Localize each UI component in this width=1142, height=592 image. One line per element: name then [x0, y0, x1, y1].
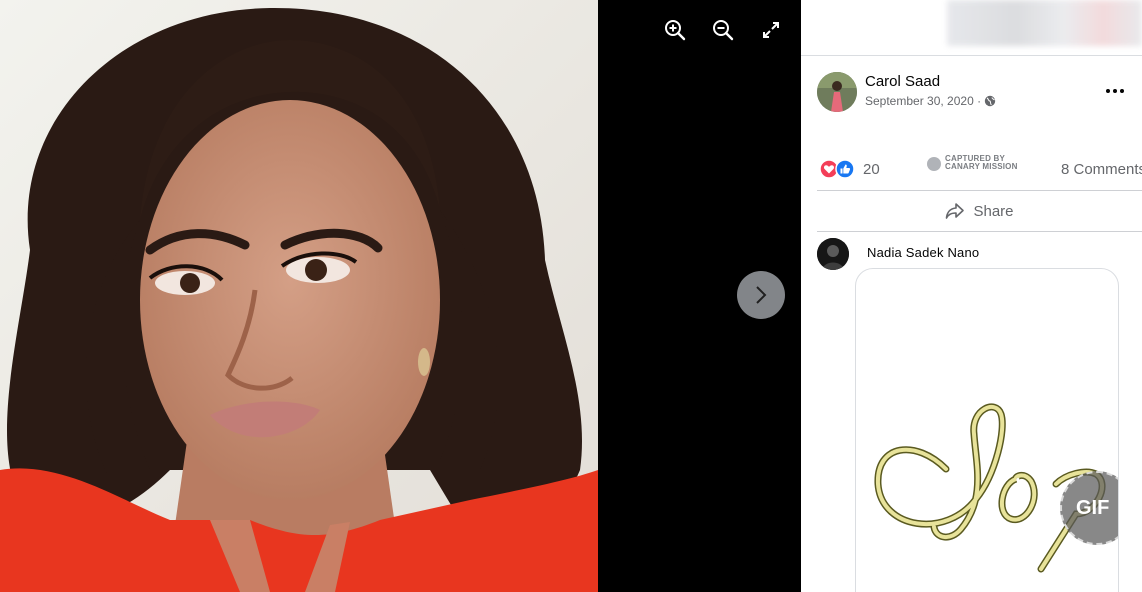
- watermark-logo-icon: [927, 157, 941, 171]
- comment-gif[interactable]: GIF: [855, 268, 1119, 592]
- globe-icon: [984, 95, 996, 107]
- watermark-text: CAPTURED BY CANARY MISSION: [945, 154, 1018, 171]
- share-button[interactable]: Share: [817, 192, 1142, 230]
- author-name[interactable]: Carol Saad: [865, 73, 940, 90]
- author-avatar[interactable]: [817, 72, 857, 112]
- gif-script-lettering: [874, 403, 1106, 573]
- next-photo-button[interactable]: [737, 271, 785, 319]
- share-icon: [946, 203, 965, 219]
- divider: [817, 231, 1142, 232]
- chevron-right-icon: [756, 286, 767, 304]
- reaction-count[interactable]: 20: [863, 161, 880, 178]
- reaction-icons[interactable]: [819, 159, 859, 179]
- commenter-avatar[interactable]: [817, 238, 849, 270]
- reactions-bar: 20 CAPTURED BY CANARY MISSION 8 Comments: [817, 155, 1142, 182]
- post-meta: September 30, 2020 ·: [865, 94, 996, 108]
- post-photo[interactable]: [0, 0, 598, 592]
- post-date[interactable]: September 30, 2020 ·: [865, 94, 981, 108]
- zoom-in-icon[interactable]: [661, 16, 689, 44]
- fullscreen-icon[interactable]: [757, 16, 785, 44]
- share-label: Share: [973, 202, 1014, 220]
- post-side-panel: Carol Saad September 30, 2020 · 20 CAPTU…: [801, 0, 1142, 592]
- blurred-header-content: [947, 0, 1142, 46]
- canary-mission-watermark: CAPTURED BY CANARY MISSION: [927, 155, 1027, 177]
- top-bar: [801, 0, 1142, 56]
- zoom-out-icon[interactable]: [709, 16, 737, 44]
- post-header: Carol Saad September 30, 2020 ·: [817, 72, 1137, 114]
- comment-item: Nadia Sadek Nano GIF: [817, 238, 1142, 592]
- divider: [817, 190, 1142, 191]
- photo-viewer: [0, 0, 801, 592]
- comments-count-link[interactable]: 8 Comments: [1061, 161, 1142, 178]
- commenter-name[interactable]: Nadia Sadek Nano: [867, 245, 979, 260]
- more-options-button[interactable]: [1101, 84, 1129, 98]
